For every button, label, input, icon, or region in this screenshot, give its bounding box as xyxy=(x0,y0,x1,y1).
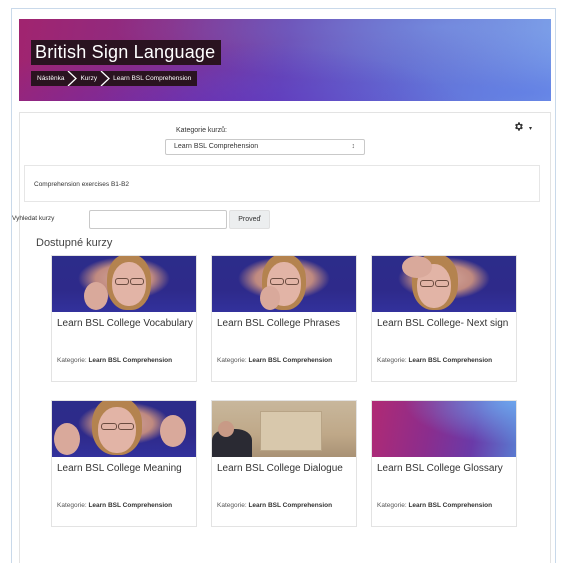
category-summary: Comprehension exercises B1-B2 xyxy=(24,165,540,202)
course-card[interactable]: Learn BSL College Vocabulary Kategorie: … xyxy=(51,255,197,382)
course-name[interactable]: Learn BSL College Dialogue xyxy=(217,463,355,476)
course-category: Kategorie: Learn BSL Comprehension xyxy=(217,357,333,364)
course-category: Kategorie: Learn BSL Comprehension xyxy=(377,502,493,509)
course-image xyxy=(372,401,516,457)
course-name[interactable]: Learn BSL College Vocabulary xyxy=(57,318,195,331)
caret-down-icon: ▾ xyxy=(529,125,533,132)
chevron-right-icon xyxy=(67,71,78,86)
course-image xyxy=(212,256,356,312)
course-name[interactable]: Learn BSL College Phrases xyxy=(217,318,355,331)
search-label: Vyhledat kurzy xyxy=(12,215,55,222)
breadcrumb: Nástěnka Kurzy Learn BSL Comprehension xyxy=(31,71,198,86)
course-category: Kategorie: Learn BSL Comprehension xyxy=(57,357,173,364)
chevron-right-icon xyxy=(100,71,111,86)
select-arrows-icon: ↕ xyxy=(351,143,356,150)
course-name[interactable]: Learn BSL College- Next sign xyxy=(377,318,515,331)
breadcrumb-home[interactable]: Nástěnka xyxy=(37,75,64,82)
search-button[interactable]: Proveď xyxy=(229,210,270,229)
course-card[interactable]: Learn BSL College Phrases Kategorie: Lea… xyxy=(211,255,357,382)
course-name[interactable]: Learn BSL College Glossary xyxy=(377,463,515,476)
category-select-value: Learn BSL Comprehension xyxy=(174,143,259,150)
course-image xyxy=(212,401,356,457)
course-category: Kategorie: Learn BSL Comprehension xyxy=(217,502,333,509)
search-input[interactable] xyxy=(89,210,227,229)
course-image xyxy=(52,401,196,457)
breadcrumb-current[interactable]: Learn BSL Comprehension xyxy=(113,75,191,82)
course-image xyxy=(372,256,516,312)
settings-menu[interactable]: ▾ xyxy=(513,122,535,134)
gear-icon xyxy=(513,119,524,137)
course-card[interactable]: Learn BSL College Meaning Kategorie: Lea… xyxy=(51,400,197,527)
course-card[interactable]: Learn BSL College Glossary Kategorie: Le… xyxy=(371,400,517,527)
course-category: Kategorie: Learn BSL Comprehension xyxy=(57,502,173,509)
site-title: British Sign Language xyxy=(31,40,222,65)
course-image xyxy=(52,256,196,312)
course-card[interactable]: Learn BSL College Dialogue Kategorie: Le… xyxy=(211,400,357,527)
course-name[interactable]: Learn BSL College Meaning xyxy=(57,463,195,476)
course-category: Kategorie: Learn BSL Comprehension xyxy=(377,357,493,364)
category-select[interactable]: Learn BSL Comprehension ↕ xyxy=(165,139,365,155)
category-label: Kategorie kurzů: xyxy=(176,127,227,134)
breadcrumb-courses[interactable]: Kurzy xyxy=(80,75,97,82)
course-card[interactable]: Learn BSL College- Next sign Kategorie: … xyxy=(371,255,517,382)
courses-heading: Dostupné kurzy xyxy=(36,237,113,249)
